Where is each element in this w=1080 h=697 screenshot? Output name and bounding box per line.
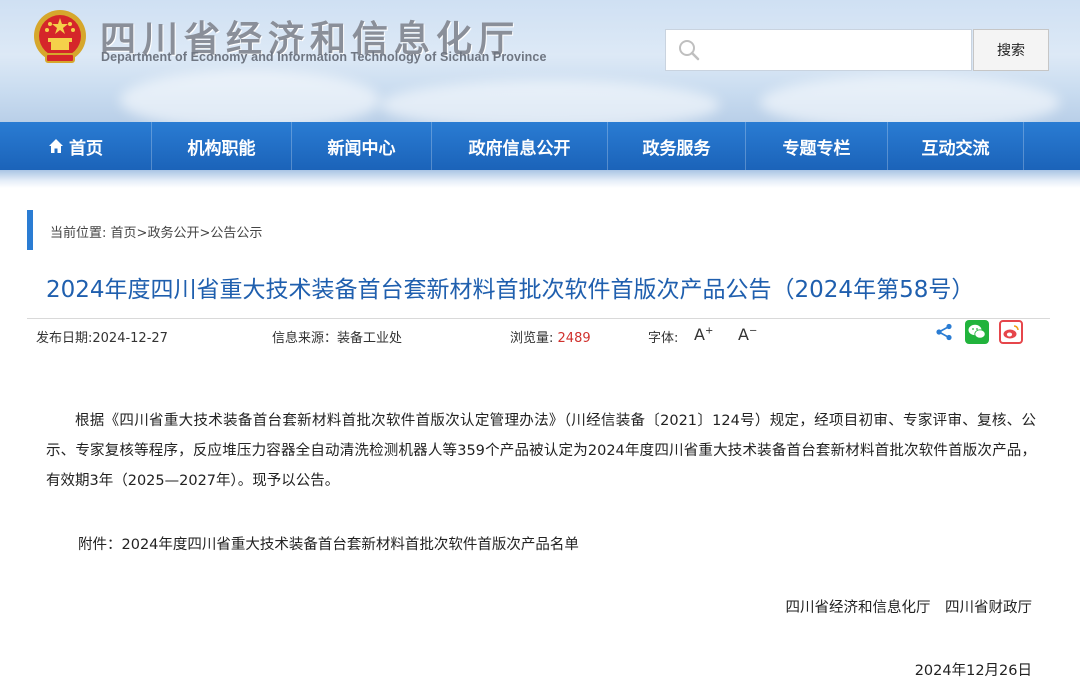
font-size-label: 字体: (648, 331, 679, 346)
nav-item-gov-info[interactable]: 政府信息公开 (432, 122, 608, 170)
nav-item-home[interactable]: 首页 (0, 122, 152, 170)
search-input[interactable] (708, 31, 968, 69)
header-cloud (380, 80, 720, 122)
nav-item-label: 政务服务 (642, 138, 711, 159)
attachment-link[interactable]: 附件：2024年度四川省重大技术装备首台套新材料首批次软件首版次产品名单 (78, 533, 579, 554)
view-count-value: 2489 (557, 331, 591, 346)
font-decrease-button[interactable]: A− (738, 325, 757, 344)
article-paragraph: 根据《四川省重大技术装备首台套新材料首批次软件首版次认定管理办法》（川经信装备〔… (46, 413, 1036, 489)
breadcrumb-accent-bar (27, 210, 33, 250)
nav-item-label: 机构职能 (187, 138, 256, 159)
nav-item-organization[interactable]: 机构职能 (152, 122, 292, 170)
breadcrumb-prefix: 当前位置: (50, 226, 107, 241)
issue-date: 2024年12月26日 (914, 663, 1032, 679)
site-subtitle: Department of Economy and Information Te… (101, 50, 547, 64)
nav-item-label: 首页 (69, 138, 103, 159)
weibo-share-icon[interactable] (999, 320, 1023, 344)
breadcrumb-link-announcements[interactable]: 公告公示 (210, 226, 262, 241)
search-button[interactable]: 搜索 (973, 29, 1049, 71)
site-header: 四川省经济和信息化厅 Department of Economy and Inf… (0, 0, 1080, 122)
search-box (665, 29, 972, 71)
breadcrumb-link-gov-affairs[interactable]: 政务公开 (147, 226, 199, 241)
nav-item-topics[interactable]: 专题专栏 (746, 122, 888, 170)
publish-date: 发布日期:2024-12-27 (36, 327, 168, 346)
info-source: 信息来源：装备工业处 (272, 327, 402, 346)
view-count-label: 浏览量: (510, 331, 554, 346)
view-count: 浏览量: 2489 (510, 327, 591, 346)
nav-item-news[interactable]: 新闻中心 (292, 122, 432, 170)
info-source-value: 装备工业处 (337, 331, 403, 346)
font-increase-letter: A (694, 325, 705, 344)
wechat-glyph-icon (968, 324, 986, 339)
home-icon (49, 139, 63, 153)
national-emblem-icon (34, 10, 86, 63)
nav-item-label: 互动交流 (921, 138, 990, 159)
info-source-label: 信息来源： (272, 331, 338, 346)
main-nav: 首页 机构职能 新闻中心 政府信息公开 政务服务 专题专栏 互动交流 (0, 122, 1080, 170)
breadcrumb: 当前位置: 首页>政务公开>公告公示 (50, 222, 262, 241)
article-body: 根据《四川省重大技术装备首台套新材料首批次软件首版次认定管理办法》（川经信装备〔… (46, 406, 1036, 496)
nav-decorative-band (0, 170, 1080, 188)
share-icon[interactable] (935, 323, 953, 341)
title-divider (27, 318, 1050, 319)
weibo-glyph-icon (1003, 325, 1019, 339)
issuer-signature: 四川省经济和信息化厅 四川省财政厅 (785, 600, 1033, 616)
publish-date-value: 2024-12-27 (92, 331, 168, 346)
wechat-share-icon[interactable] (965, 320, 989, 344)
page-title: 2024年度四川省重大技术装备首台套新材料首批次软件首版次产品公告（2024年第… (46, 277, 975, 303)
header-cloud (120, 70, 380, 122)
nav-item-interaction[interactable]: 互动交流 (888, 122, 1024, 170)
font-increase-sign: + (704, 325, 714, 337)
breadcrumb-separator: > (136, 226, 148, 241)
nav-item-label: 新闻中心 (327, 138, 396, 159)
nav-item-services[interactable]: 政务服务 (608, 122, 746, 170)
font-decrease-sign: − (748, 325, 758, 337)
search-icon (679, 40, 700, 61)
publish-date-label: 发布日期: (36, 331, 93, 346)
nav-filler (1024, 122, 1080, 170)
breadcrumb-separator: > (199, 226, 211, 241)
breadcrumb-link-home[interactable]: 首页 (111, 226, 137, 241)
nav-item-label: 专题专栏 (782, 138, 851, 159)
font-increase-button[interactable]: A+ (694, 325, 713, 344)
header-cloud (760, 75, 1060, 122)
font-decrease-letter: A (738, 325, 749, 344)
nav-item-label: 政府信息公开 (468, 138, 571, 159)
